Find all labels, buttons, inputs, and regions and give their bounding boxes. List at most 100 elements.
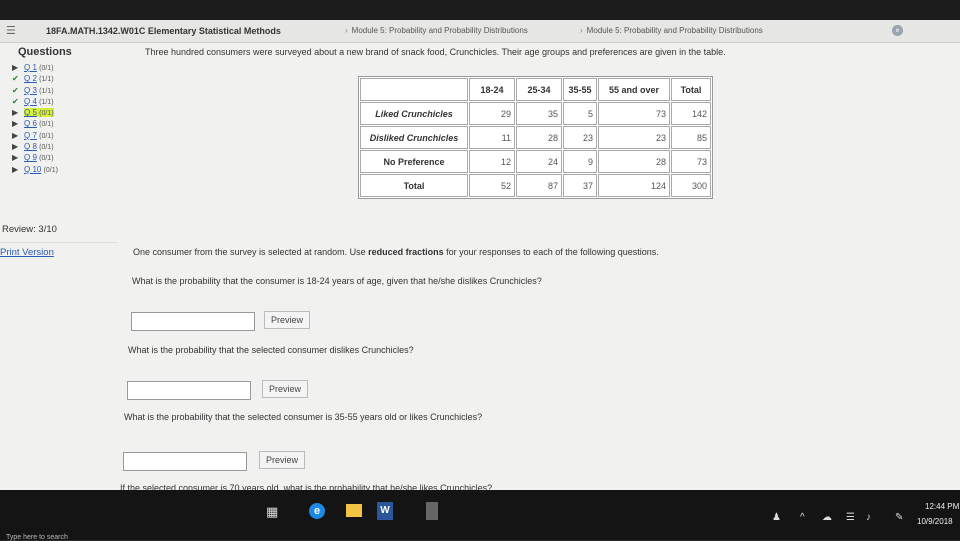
question-item-7[interactable]: ▶ Q 7 (0/1): [12, 130, 58, 141]
question-link[interactable]: Q 9: [24, 153, 37, 162]
question-score: (1/1): [39, 76, 54, 84]
arrow-icon: ▶: [12, 142, 19, 152]
table-header-cell: 35-55: [563, 78, 597, 101]
question-item-1[interactable]: ▶ Q 1 (0/1): [12, 62, 58, 73]
question-link[interactable]: Q 5: [24, 108, 37, 117]
question-3-text: What is the probability that the selecte…: [124, 412, 483, 422]
windows-taskbar: Type here to search ▦ e W ♟ ^ ☁ ☰ ♪ ✎ 12…: [0, 490, 960, 541]
table-cell: 24: [516, 150, 562, 173]
question-score: (0/1): [39, 65, 54, 72]
answer-input-3[interactable]: [123, 452, 247, 471]
arrow-icon: ▶: [12, 164, 19, 174]
edge-browser-icon[interactable]: e: [309, 503, 325, 519]
breadcrumb-separator-icon: ›: [345, 26, 348, 35]
question-link[interactable]: Q 4: [24, 97, 37, 106]
table-cell: 28: [598, 150, 670, 173]
sidebar-divider: [0, 242, 118, 243]
answer-input-2[interactable]: [127, 381, 251, 400]
question-2-text: What is the probability that the selecte…: [128, 345, 414, 355]
word-icon[interactable]: W: [377, 502, 393, 520]
intro-text: Three hundred consumers were surveyed ab…: [145, 47, 726, 57]
preview-button-2[interactable]: Preview: [262, 380, 309, 398]
people-icon[interactable]: ♟: [772, 512, 781, 523]
table-cell: 124: [598, 174, 670, 197]
table-header-cell: [360, 78, 468, 101]
onedrive-icon[interactable]: ☁: [822, 512, 832, 523]
question-item-10[interactable]: ▶ Q 10 (0/1): [12, 164, 58, 175]
browser-screen: ☰ 18FA.MATH.1342.W01C Elementary Statist…: [0, 20, 960, 537]
question-item-2[interactable]: ✔ Q 2 (1/1): [12, 73, 58, 84]
clock-time[interactable]: 12:44 PM: [925, 502, 959, 511]
task-view-icon[interactable]: ▦: [266, 504, 278, 520]
table-row: Total 52 87 37 124 300: [360, 174, 711, 197]
table-cell: 73: [598, 102, 670, 125]
menu-icon[interactable]: ☰: [6, 24, 16, 37]
checkmark-icon: ✔: [12, 74, 19, 84]
table-header-row: 18-24 25-34 35-55 55 and over Total: [360, 78, 711, 101]
arrow-icon: ▶: [12, 108, 19, 118]
row-label: Total: [360, 174, 468, 197]
monitor-bezel: [0, 0, 960, 20]
question-item-4[interactable]: ✔ Q 4 (1/1): [12, 96, 58, 107]
question-list: ▶ Q 1 (0/1) ✔ Q 2 (1/1) ✔ Q 3 (1/1) ✔ Q 4 (1…: [12, 62, 58, 175]
question-item-5[interactable]: ▶ Q 5 (0/1): [12, 107, 58, 118]
table-row: Liked Crunchicles 29 35 5 73 142: [360, 102, 711, 125]
survey-table: 18-24 25-34 35-55 55 and over Total Like…: [358, 76, 713, 199]
question-link[interactable]: Q 7: [24, 131, 37, 140]
close-icon[interactable]: ×: [892, 25, 903, 36]
clock-date[interactable]: 10/9/2018: [917, 517, 953, 526]
wifi-icon[interactable]: ☰: [846, 512, 855, 523]
file-explorer-icon[interactable]: [346, 504, 362, 517]
arrow-icon: ▶: [12, 130, 19, 140]
question-score: (0/1): [43, 166, 58, 174]
table-cell: 300: [671, 174, 711, 197]
top-bar: ☰ 18FA.MATH.1342.W01C Elementary Statist…: [0, 20, 960, 43]
question-score: (1/1): [39, 98, 54, 106]
question-item-6[interactable]: ▶ Q 6 (0/1): [12, 118, 58, 129]
question-item-8[interactable]: ▶ Q 8 (0/1): [12, 141, 58, 152]
questions-sidebar: Questions ▶ Q 1 (0/1) ✔ Q 2 (1/1) ✔ Q 3 (1/…: [0, 42, 118, 510]
question-score: (1/1): [39, 87, 54, 95]
answer-input-1[interactable]: [131, 312, 255, 331]
question-score: (0/1): [39, 155, 54, 163]
question-1-text: What is the probability that the consume…: [132, 276, 542, 286]
instructions-bold: reduced fractions: [368, 247, 444, 257]
table-row: No Preference 12 24 9 28 73: [360, 150, 711, 173]
checkmark-icon: ✔: [12, 96, 19, 106]
row-label: Disliked Crunchicles: [360, 126, 468, 149]
table-cell: 23: [563, 126, 597, 149]
row-label: No Preference: [360, 150, 468, 173]
questions-heading: Questions: [18, 46, 72, 58]
table-cell: 28: [516, 126, 562, 149]
question-item-9[interactable]: ▶ Q 9 (0/1): [12, 152, 58, 163]
pen-icon[interactable]: ✎: [895, 512, 903, 523]
current-question-highlight: Q 5 (0/1): [24, 108, 54, 118]
calculator-icon[interactable]: [426, 502, 438, 520]
preview-button-1[interactable]: Preview: [264, 311, 311, 329]
question-content: Three hundred consumers were surveyed ab…: [118, 42, 908, 537]
breadcrumb-assignment[interactable]: › Module 5: Probability and Probability D…: [580, 26, 763, 35]
breadcrumb-label: Module 5: Probability and Probability Di…: [351, 26, 528, 35]
table-cell: 85: [671, 126, 711, 149]
question-link[interactable]: Q 1: [24, 63, 37, 72]
table-cell: 37: [563, 174, 597, 197]
chevron-up-icon[interactable]: ^: [800, 512, 805, 523]
breadcrumb-module[interactable]: › Module 5: Probability and Probability D…: [345, 26, 528, 35]
table-cell: 73: [671, 150, 711, 173]
question-link[interactable]: Q 3: [24, 86, 37, 95]
review-count: Review: 3/10: [2, 224, 57, 235]
row-label-text: Disliked Crunchicles: [369, 132, 459, 143]
course-title[interactable]: 18FA.MATH.1342.W01C Elementary Statistic…: [46, 26, 281, 36]
question-link[interactable]: Q 2: [24, 74, 37, 83]
breadcrumb-label: Module 5: Probability and Probability Di…: [586, 26, 763, 35]
preview-button-3[interactable]: Preview: [259, 451, 306, 469]
question-link[interactable]: Q 8: [24, 142, 37, 151]
question-score: (0/1): [39, 132, 54, 140]
question-item-3[interactable]: ✔ Q 3 (1/1): [12, 85, 58, 96]
question-link[interactable]: Q 10: [24, 165, 41, 174]
volume-icon[interactable]: ♪: [866, 512, 871, 523]
print-version-link[interactable]: Print Version: [0, 247, 54, 258]
question-score: (0/1): [39, 121, 54, 129]
question-score: (0/1): [39, 110, 54, 118]
question-link[interactable]: Q 6: [24, 119, 37, 128]
